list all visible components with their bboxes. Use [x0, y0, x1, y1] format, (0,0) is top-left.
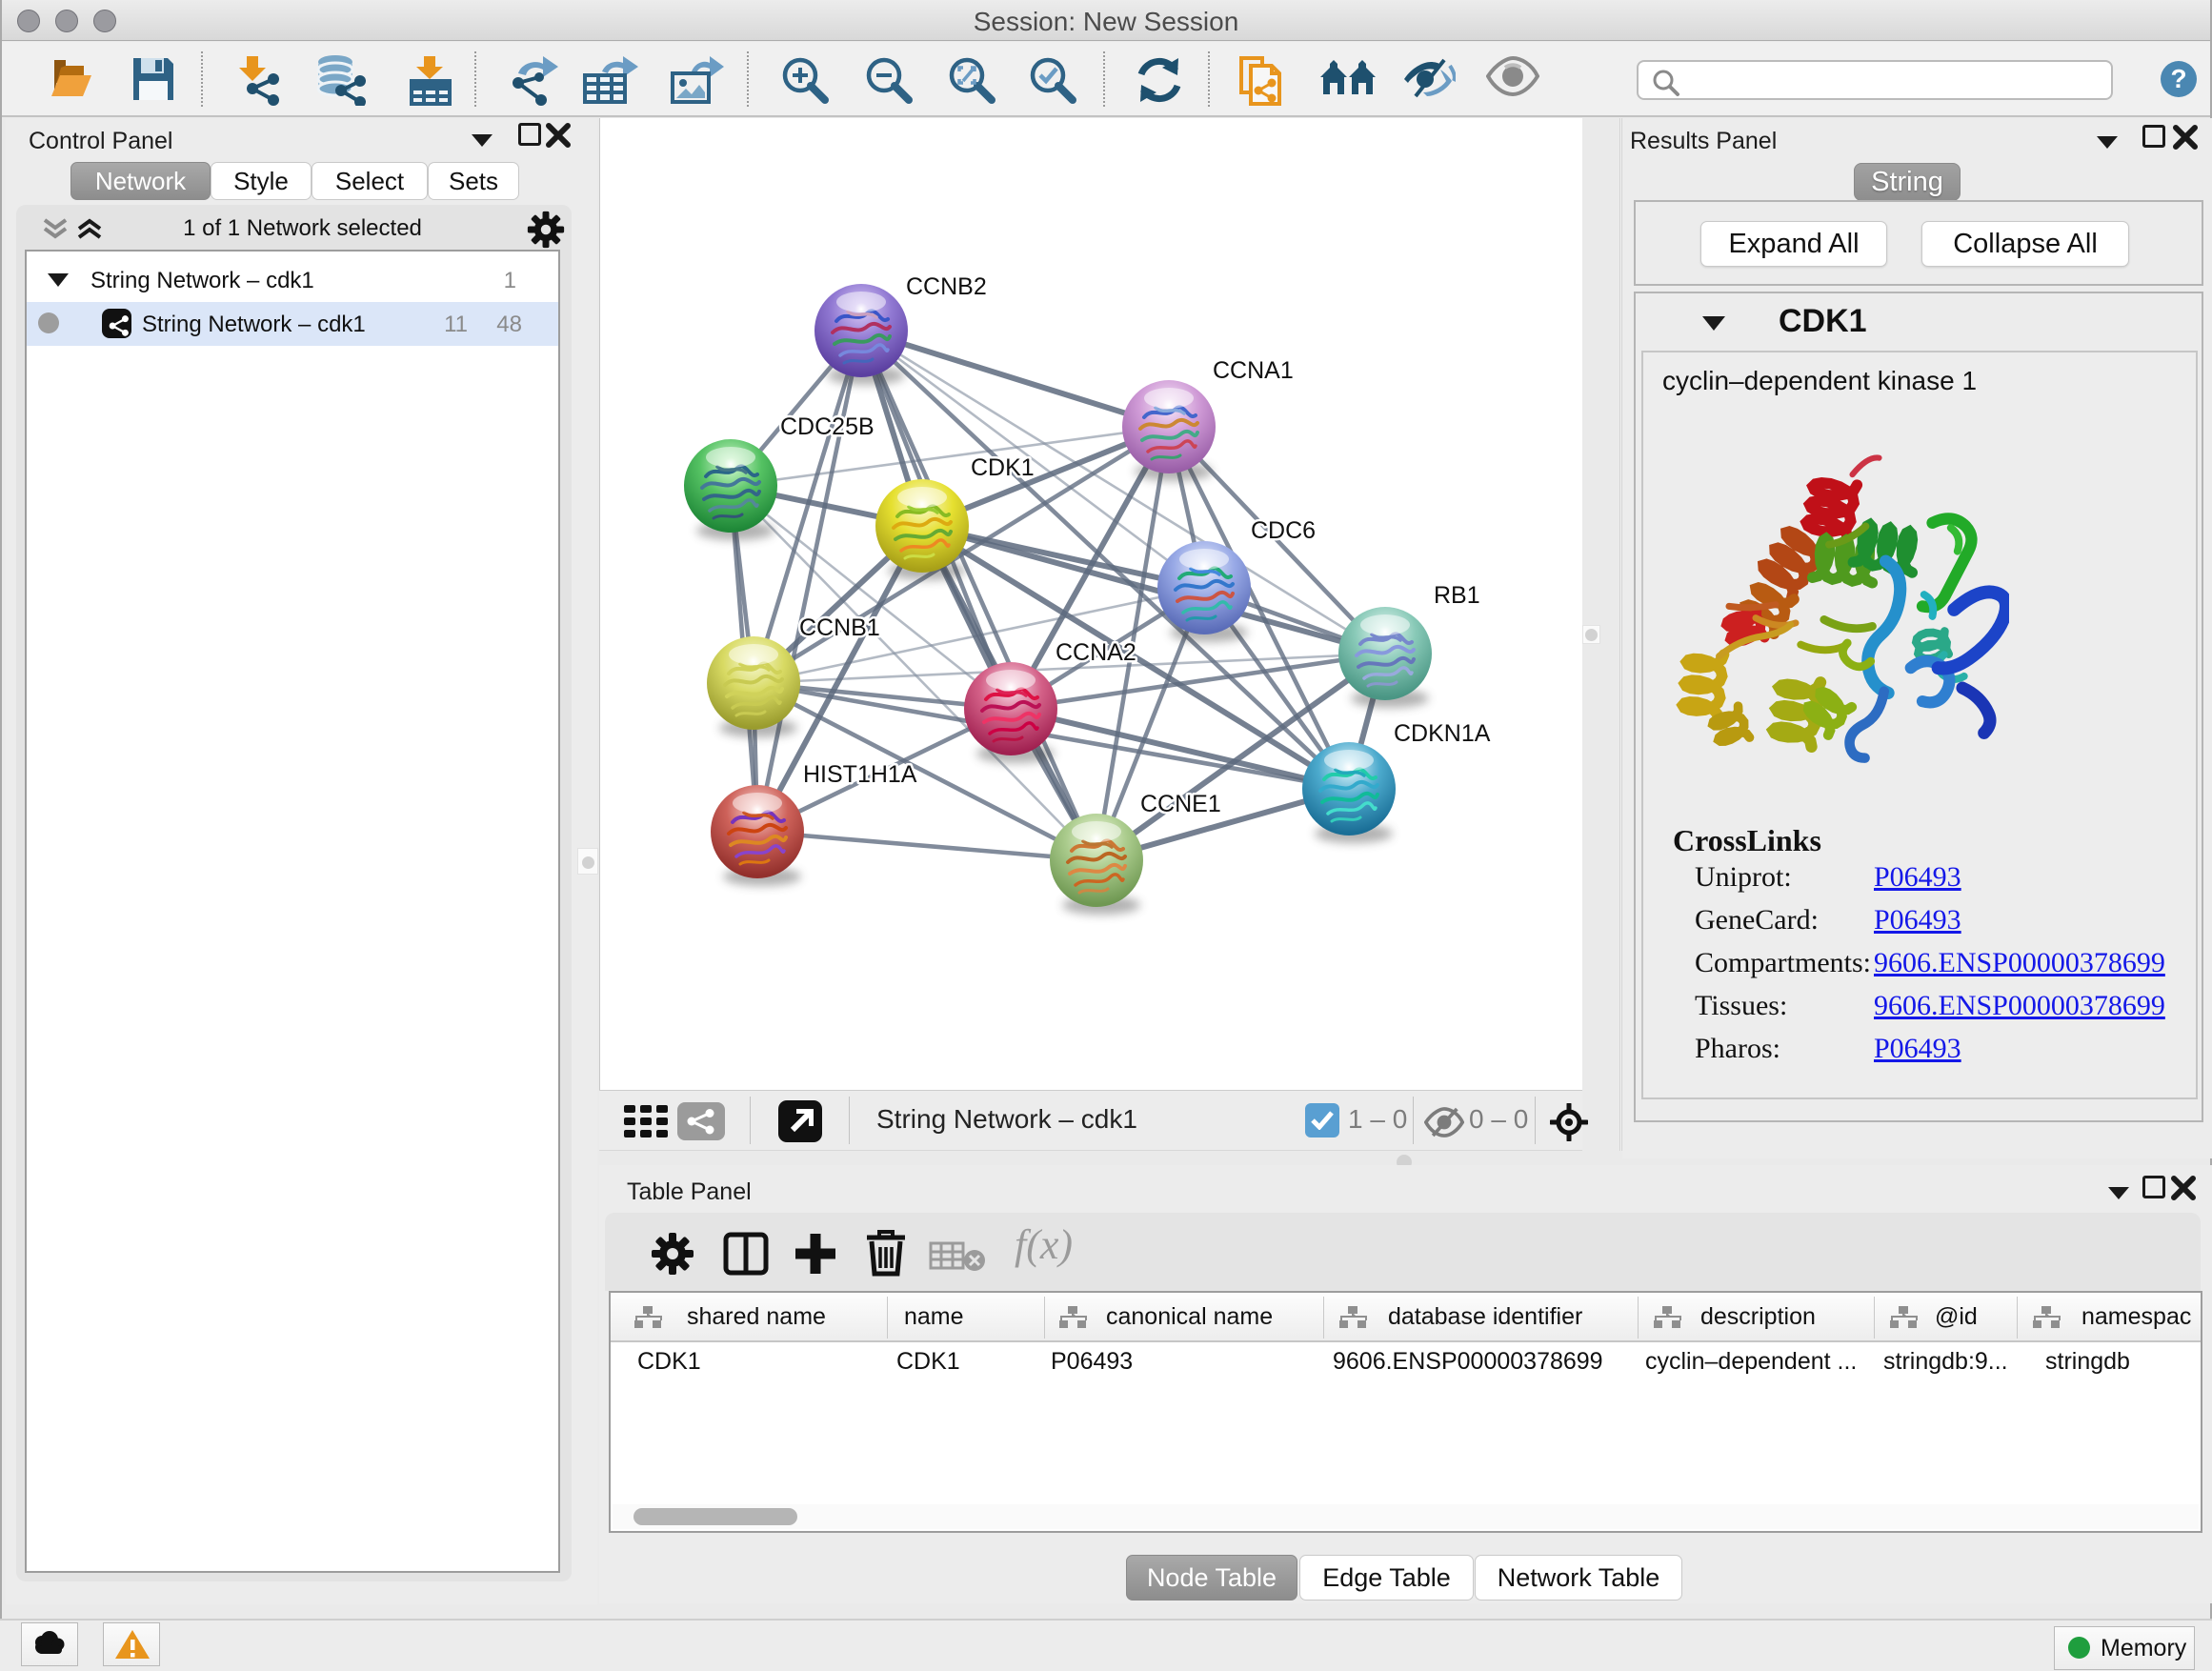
svg-text:CCNA2: CCNA2 — [1056, 639, 1136, 666]
svg-text:RB1: RB1 — [1434, 582, 1480, 609]
svg-text:CDC25B: CDC25B — [780, 413, 875, 440]
svg-text:HIST1H1A: HIST1H1A — [803, 761, 917, 788]
svg-text:CCNE1: CCNE1 — [1140, 791, 1221, 817]
svg-text:CCNA1: CCNA1 — [1213, 357, 1294, 384]
svg-text:CCNB1: CCNB1 — [799, 614, 880, 641]
svg-text:CDC6: CDC6 — [1251, 517, 1316, 544]
svg-text:CDK1: CDK1 — [971, 454, 1035, 481]
svg-text:CCNB2: CCNB2 — [906, 273, 987, 300]
svg-text:CDKN1A: CDKN1A — [1394, 720, 1491, 747]
